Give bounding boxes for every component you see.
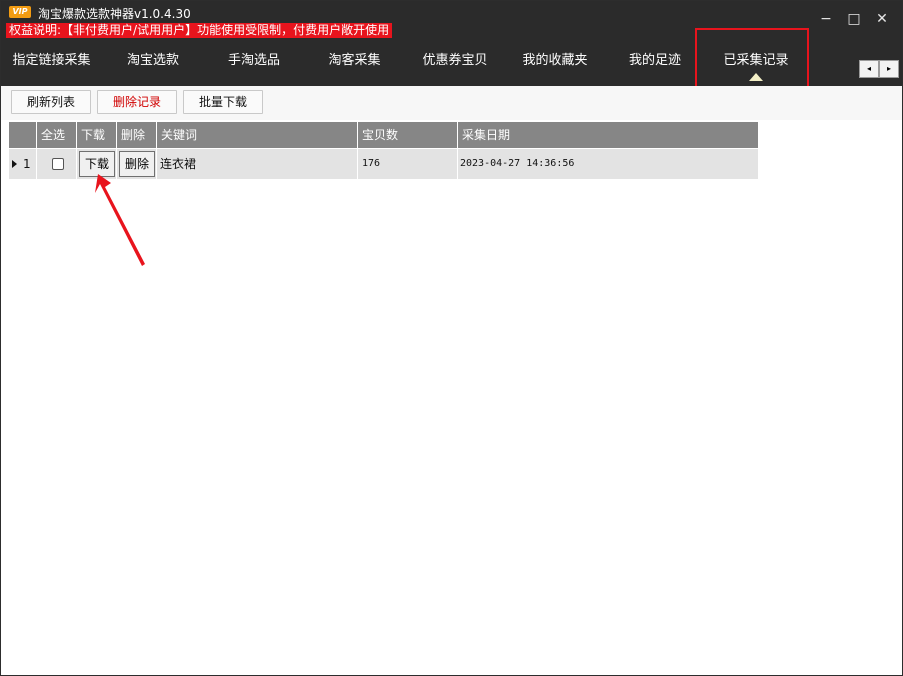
date-header: 采集日期 (462, 128, 511, 142)
tab-mobile-select[interactable]: 手淘选品 (204, 47, 304, 75)
tab-label: 我的收藏夹 (522, 53, 588, 68)
scroll-right-icon[interactable]: ▸ (879, 60, 899, 78)
row-header-corner (9, 122, 37, 148)
batch-download-button[interactable]: 批量下载 (183, 90, 263, 114)
download-header: 下载 (77, 122, 117, 148)
select-cell (37, 149, 77, 179)
tab-label: 淘宝选款 (126, 53, 179, 68)
app-title: 淘宝爆款选款神器v1.0.4.30 (38, 7, 191, 21)
refresh-list-button[interactable]: 刷新列表 (11, 90, 91, 114)
toolbar: 刷新列表 删除记录 批量下载 (1, 86, 902, 120)
tab-label: 我的足迹 (628, 53, 681, 68)
rights-notice: 权益说明:【非付费用户/试用用户】功能使用受限制，付费用户敞开使用 (6, 23, 393, 38)
row-indicator: 1 (9, 149, 37, 179)
title-bar: VIP 淘宝爆款选款神器v1.0.4.30 权益说明:【非付费用户/试用用户】功… (1, 1, 902, 104)
table-header: 全选 下载 删除 关键词 宝贝数 采集日期 (9, 122, 758, 148)
maximize-button[interactable]: □ (840, 9, 868, 29)
vip-badge: VIP (9, 6, 31, 18)
tab-taobao-select[interactable]: 淘宝选款 (102, 47, 204, 75)
tab-link-collect[interactable]: 指定链接采集 (1, 47, 102, 75)
tab-scroll-arrows: ◂ ▸ (859, 60, 899, 78)
select-all-header[interactable]: 全选 (37, 122, 77, 148)
keyword-cell: 连衣裙 (157, 149, 358, 179)
tab-label: 已采集记录 (723, 53, 789, 68)
tab-label: 淘客采集 (328, 53, 381, 68)
date-cell: 2023-04-27 14:36:56 (460, 158, 575, 169)
delete-records-button[interactable]: 删除记录 (97, 90, 177, 114)
window-controls: − □ ✕ (812, 9, 896, 29)
count-header: 宝贝数 (358, 122, 458, 148)
active-tab-caret-icon (749, 73, 763, 81)
tab-footprints[interactable]: 我的足迹 (605, 47, 705, 75)
tab-collected-records[interactable]: 已采集记录 (705, 47, 807, 81)
delete-header: 删除 (117, 122, 157, 148)
scroll-left-icon[interactable]: ◂ (859, 60, 879, 78)
minimize-button[interactable]: − (812, 9, 840, 29)
close-button[interactable]: ✕ (868, 9, 896, 29)
row-number: 1 (23, 157, 31, 171)
count-cell: 176 (358, 149, 458, 179)
tab-label: 优惠券宝贝 (422, 53, 488, 68)
tab-label: 指定链接采集 (12, 53, 91, 68)
tab-coupon-items[interactable]: 优惠券宝贝 (405, 47, 505, 75)
current-row-icon (12, 160, 17, 168)
tab-favorites[interactable]: 我的收藏夹 (505, 47, 605, 75)
keyword-header: 关键词 (157, 122, 358, 148)
row-checkbox[interactable] (52, 158, 64, 170)
tab-label: 手淘选品 (227, 53, 280, 68)
app-window: VIP 淘宝爆款选款神器v1.0.4.30 权益说明:【非付费用户/试用用户】功… (0, 0, 903, 676)
main-tabs: 指定链接采集 淘宝选款 手淘选品 淘客采集 优惠券宝贝 我的收藏夹 我的足迹 已… (1, 47, 807, 81)
annotation-arrow-icon (95, 174, 145, 266)
tab-taoke-collect[interactable]: 淘客采集 (304, 47, 405, 75)
